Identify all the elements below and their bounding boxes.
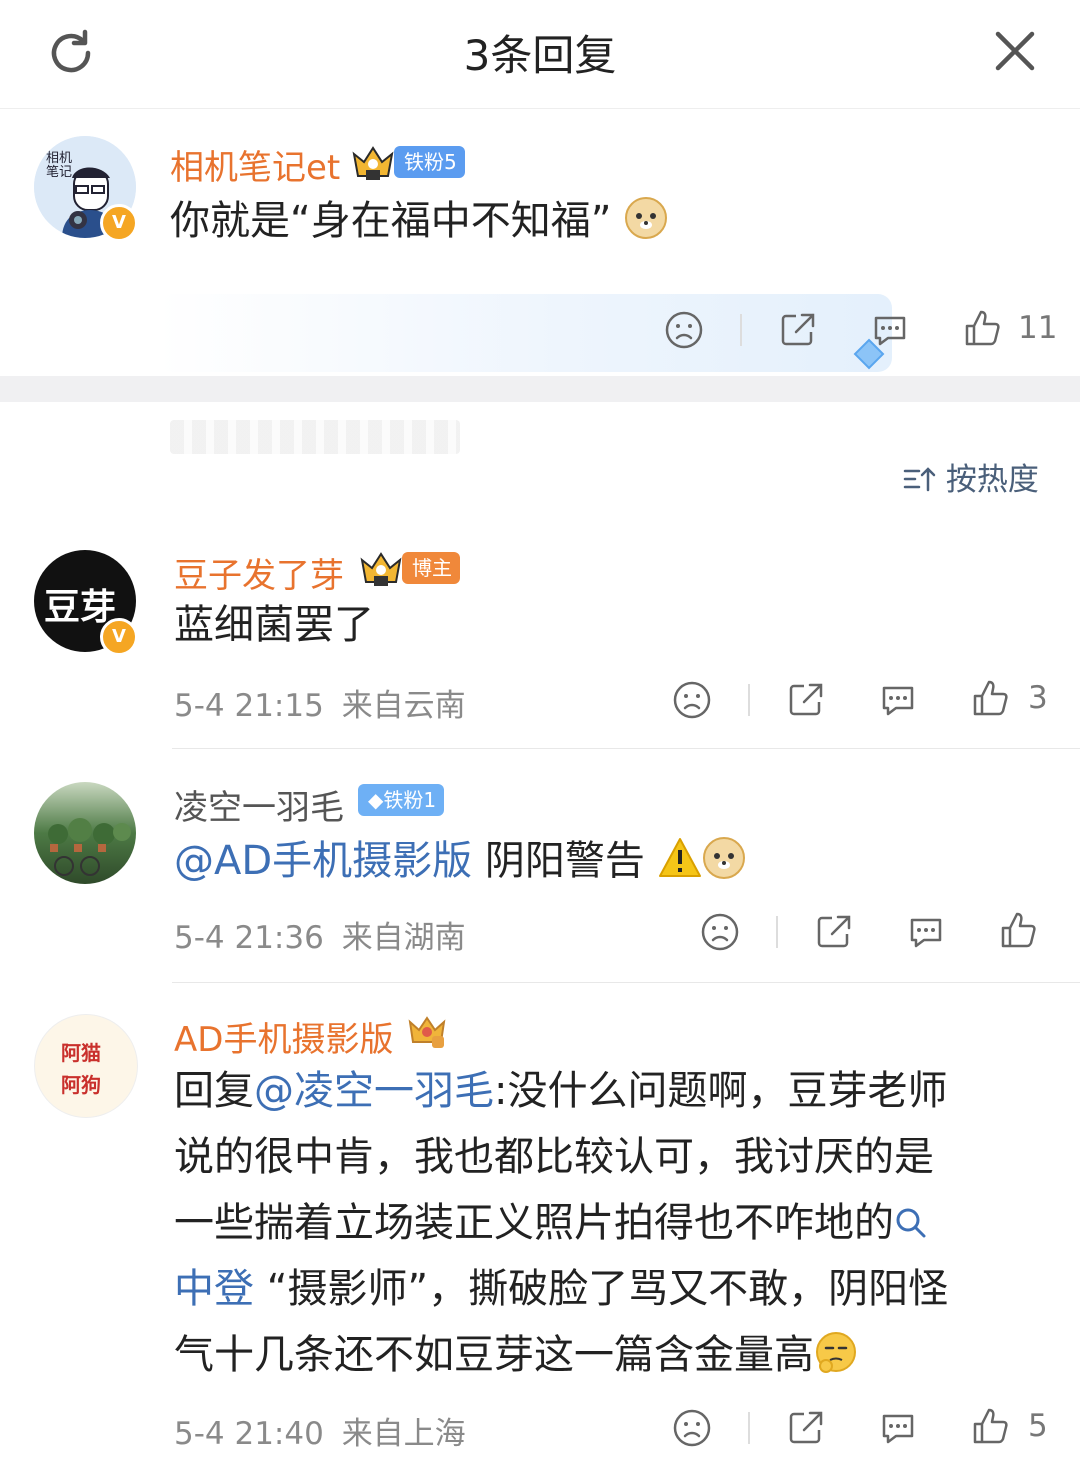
mention-link[interactable]: @AD手机摄影版 (174, 838, 472, 884)
location: 来自湖南 (341, 920, 466, 956)
avatar-photo (48, 818, 131, 876)
reply-item: 豆芽 V 豆子发了芽 博主 蓝细菌罢了 5-4 21:15 来自云南 3 (0, 540, 1080, 748)
reply-line-4-text: “摄影师”，撕破脸了骂又不敢，阴阳怪 (254, 1266, 949, 1312)
verified-badge-icon: V (100, 618, 138, 656)
commenter-name[interactable]: 凌空一羽毛 (174, 780, 344, 829)
row-divider (172, 982, 1080, 983)
reply-line-1-text: :没什么问题啊，豆芽老师 (494, 1068, 948, 1114)
reply-line-3-text: 一些揣着立场装正义照片拍得也不咋地的 (174, 1200, 894, 1246)
timestamp: 5-4 21:40 (174, 1416, 324, 1452)
doge-emoji-icon (702, 837, 745, 879)
dislike-icon[interactable] (672, 680, 712, 720)
location: 来自云南 (341, 688, 466, 724)
avatar-label: 相机 笔记 (46, 151, 73, 180)
doge-emoji-icon (625, 197, 668, 239)
commenter-name[interactable]: 相机笔记et (170, 140, 340, 189)
search-icon[interactable] (894, 1206, 928, 1240)
blogger-tag: 博主 (402, 552, 460, 584)
reply-text: 回复@凌空一羽毛:没什么问题啊，豆芽老师 说的很中肯，我也都比较认可，我讨厌的是… (174, 1058, 1054, 1388)
dislike-icon[interactable] (672, 1408, 712, 1448)
comment-icon[interactable] (906, 912, 946, 952)
like-count: 3 (1028, 680, 1048, 716)
dislike-icon[interactable] (664, 310, 704, 350)
share-icon[interactable] (778, 310, 818, 350)
like-icon[interactable] (998, 910, 1038, 950)
avatar[interactable] (34, 782, 136, 884)
share-icon[interactable] (814, 912, 854, 952)
row-divider (172, 748, 1080, 749)
close-icon[interactable] (992, 28, 1038, 74)
action-separator (748, 684, 750, 716)
section-divider (0, 376, 1080, 402)
commenter-name[interactable]: 豆子发了芽 (174, 548, 344, 597)
like-count: 11 (1018, 310, 1058, 346)
reply-time: 5-4 21:36 来自湖南 (174, 912, 466, 957)
page-title: 3条回复 (463, 31, 617, 80)
comment-icon[interactable] (870, 310, 910, 350)
like-count: 5 (1028, 1408, 1048, 1444)
fan-level-tag: ◆铁粉1 (358, 784, 445, 816)
sort-label: 按热度 (945, 462, 1039, 498)
verified-badge-icon: V (100, 204, 138, 242)
header-bar: 3条回复 (0, 0, 1080, 109)
sort-toggle[interactable]: 按热度 (902, 454, 1039, 499)
reply-line-3: 一些揣着立场装正义照片拍得也不咋地的 (174, 1190, 1054, 1256)
avatar[interactable]: 阿猫 阿狗 (34, 1014, 138, 1118)
like-icon[interactable] (962, 308, 1002, 348)
share-icon[interactable] (786, 1408, 826, 1448)
sort-icon (903, 467, 936, 492)
like-icon[interactable] (970, 678, 1010, 718)
reply-line-2: 说的很中肯，我也都比较认可，我讨厌的是 (174, 1134, 934, 1180)
mention-link[interactable]: @凌空一羽毛 (254, 1068, 494, 1114)
diamond-icon: ◆ (368, 788, 384, 812)
reply-time: 5-4 21:15 来自云南 (174, 680, 466, 725)
reply-prefix: 回复 (174, 1068, 254, 1114)
reply-text: @AD手机摄影版 阴阳警告 (174, 828, 746, 894)
share-icon[interactable] (786, 680, 826, 720)
blurred-meta (170, 420, 460, 454)
crown-badge-icon (408, 1016, 446, 1048)
crown-icon (352, 146, 394, 180)
reply-item: 阿猫 阿狗 AD手机摄影版 回复@凌空一羽毛:没什么问题啊，豆芽老师 说的很中肯… (0, 1000, 1080, 1476)
like-icon[interactable] (970, 1406, 1010, 1446)
fan-level-tag: 铁粉5 (394, 146, 465, 178)
reply-time: 5-4 21:40 来自上海 (174, 1408, 466, 1453)
action-separator (740, 314, 742, 346)
thinking-emoji-icon (816, 1332, 856, 1373)
reply-item: 凌空一羽毛 ◆铁粉1 @AD手机摄影版 阴阳警告 5-4 21:36 来自湖南 (0, 770, 1080, 982)
warning-emoji-icon (658, 838, 701, 877)
fan-level-label: 铁粉1 (383, 788, 437, 812)
dislike-icon[interactable] (700, 912, 740, 952)
comment-icon[interactable] (878, 1408, 918, 1448)
reply-text-content: 阴阳警告 (472, 838, 645, 884)
reply-line-5: 气十几条还不如豆芽这一篇含金量高 (174, 1322, 1054, 1388)
action-separator (748, 1412, 750, 1444)
search-term-link[interactable]: 中登 (174, 1266, 254, 1312)
comment-text: 你就是“身在福中不知福” (170, 188, 668, 254)
commenter-name[interactable]: AD手机摄影版 (174, 1012, 393, 1061)
avatar-label: 阿猫 阿狗 (61, 1041, 101, 1097)
reply-text: 蓝细菌罢了 (174, 602, 374, 648)
timestamp: 5-4 21:36 (174, 920, 324, 956)
reply-line-4: 中登 “摄影师”，撕破脸了骂又不敢，阴阳怪 (174, 1256, 1054, 1322)
reply-line-5-text: 气十几条还不如豆芽这一篇含金量高 (174, 1332, 814, 1378)
reply-line-1: 回复@凌空一羽毛:没什么问题啊，豆芽老师 (174, 1058, 1054, 1124)
location: 来自上海 (341, 1416, 466, 1452)
comment-icon[interactable] (878, 680, 918, 720)
crown-icon (360, 552, 402, 586)
main-comment: 相机 笔记 V 相机笔记et 铁粉5 你就是“身在福中不知福” 11 (0, 110, 1080, 454)
action-separator (776, 916, 778, 948)
timestamp: 5-4 21:15 (174, 688, 324, 724)
comment-text-content: 你就是“身在福中不知福” (170, 198, 612, 244)
